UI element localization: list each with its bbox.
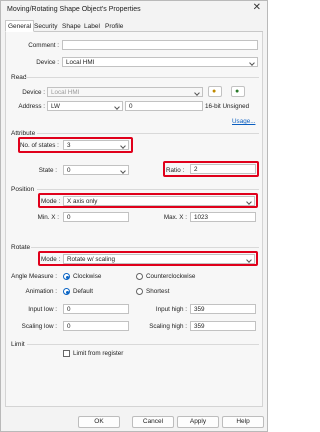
read-device-label: Device :: [22, 89, 45, 96]
limit-from-register-label: Limit from register: [73, 350, 124, 357]
ratio-input[interactable]: 2: [190, 164, 256, 174]
position-divider: [37, 189, 259, 190]
shortest-radio[interactable]: [136, 288, 143, 295]
apply-button[interactable]: Apply: [177, 416, 219, 428]
min-x-input[interactable]: 0: [63, 212, 129, 222]
clockwise-radio[interactable]: [63, 273, 70, 280]
tab-profile[interactable]: Profile: [103, 21, 125, 32]
tab-general[interactable]: General: [5, 20, 35, 32]
scaling-high-label: Scaling high :: [149, 323, 187, 330]
read-device-value: Local HMI: [51, 89, 80, 96]
device-label: Device :: [36, 59, 59, 66]
properties-dialog: Moving/Rotating Shape Object's Propertie…: [0, 0, 268, 432]
scaling-low-label: Scaling low :: [21, 323, 57, 330]
states-select[interactable]: 3: [63, 140, 129, 150]
animation-label: Animation :: [25, 288, 58, 295]
rotate-mode-label: Mode :: [41, 256, 61, 263]
attribute-divider: [37, 133, 259, 134]
state-label: State :: [38, 167, 57, 174]
states-label: No. of states :: [20, 142, 59, 149]
usage-link[interactable]: Usage...: [232, 118, 255, 125]
counterclockwise-label: Counterclockwise: [146, 273, 196, 280]
attribute-group-label: Attribute: [11, 130, 36, 137]
default-radio[interactable]: [63, 288, 70, 295]
rotate-mode-value: Rotate w/ scaling: [67, 256, 115, 263]
counterclockwise-radio[interactable]: [136, 273, 143, 280]
state-select-value: 0: [67, 167, 71, 174]
min-x-label: Min. X :: [37, 214, 59, 221]
states-select-value: 3: [67, 142, 71, 149]
clockwise-label: Clockwise: [73, 273, 102, 280]
tab-shape[interactable]: Shape: [60, 21, 83, 32]
position-mode-select[interactable]: X axis only: [63, 196, 255, 206]
window-title: Moving/Rotating Shape Object's Propertie…: [7, 6, 141, 13]
limit-group-label: Limit: [11, 341, 25, 348]
input-low-label: Input low :: [28, 306, 57, 313]
device-select-value: Local HMI: [66, 59, 95, 66]
ok-button[interactable]: OK: [78, 416, 120, 428]
data-format-label: 16-bit Unsigned: [205, 103, 250, 110]
read-divider: [25, 77, 259, 78]
scaling-low-input[interactable]: 0: [63, 321, 129, 331]
default-label: Default: [73, 288, 93, 295]
limit-from-register-checkbox[interactable]: [63, 350, 70, 357]
close-icon[interactable]: ✕: [253, 3, 261, 13]
scaling-high-input[interactable]: 359: [190, 321, 256, 331]
angle-measure-label: Angle Measure :: [11, 273, 57, 280]
device-select[interactable]: Local HMI: [62, 57, 258, 67]
position-group-label: Position: [11, 186, 35, 193]
ratio-label: Ratio :: [166, 167, 185, 174]
comment-input[interactable]: [62, 40, 258, 50]
address-input[interactable]: 0: [125, 101, 203, 111]
max-x-label: Max. X :: [163, 214, 187, 221]
address-label: Address :: [18, 103, 45, 110]
shortest-label: Shortest: [146, 288, 170, 295]
rotate-group-label: Rotate: [11, 244, 31, 251]
position-mode-value: X axis only: [67, 198, 98, 205]
position-mode-label: Mode :: [41, 198, 61, 205]
title-bar: Moving/Rotating Shape Object's Propertie…: [1, 1, 267, 17]
tag-icon: ●: [235, 88, 240, 95]
comment-label: Comment :: [28, 42, 59, 49]
tab-strip: General Security Shape Label Profile: [5, 20, 263, 32]
rotate-divider: [31, 247, 259, 248]
address-tag-button[interactable]: ●: [231, 86, 245, 97]
help-button[interactable]: Help: [222, 416, 264, 428]
state-select[interactable]: 0: [63, 165, 129, 175]
tab-security[interactable]: Security: [32, 21, 59, 32]
address-type-select[interactable]: LW: [47, 101, 123, 111]
settings-icon: ●: [212, 88, 217, 95]
cancel-button[interactable]: Cancel: [132, 416, 174, 428]
address-settings-button[interactable]: ●: [208, 86, 222, 97]
limit-divider: [27, 344, 259, 345]
input-high-input[interactable]: 359: [190, 304, 256, 314]
input-low-input[interactable]: 0: [63, 304, 129, 314]
rotate-mode-select[interactable]: Rotate w/ scaling: [63, 254, 255, 264]
address-type-value: LW: [51, 103, 60, 110]
max-x-input[interactable]: 1023: [190, 212, 256, 222]
tab-label[interactable]: Label: [82, 21, 102, 32]
input-high-label: Input high :: [155, 306, 187, 313]
read-device-select[interactable]: Local HMI: [47, 87, 203, 97]
